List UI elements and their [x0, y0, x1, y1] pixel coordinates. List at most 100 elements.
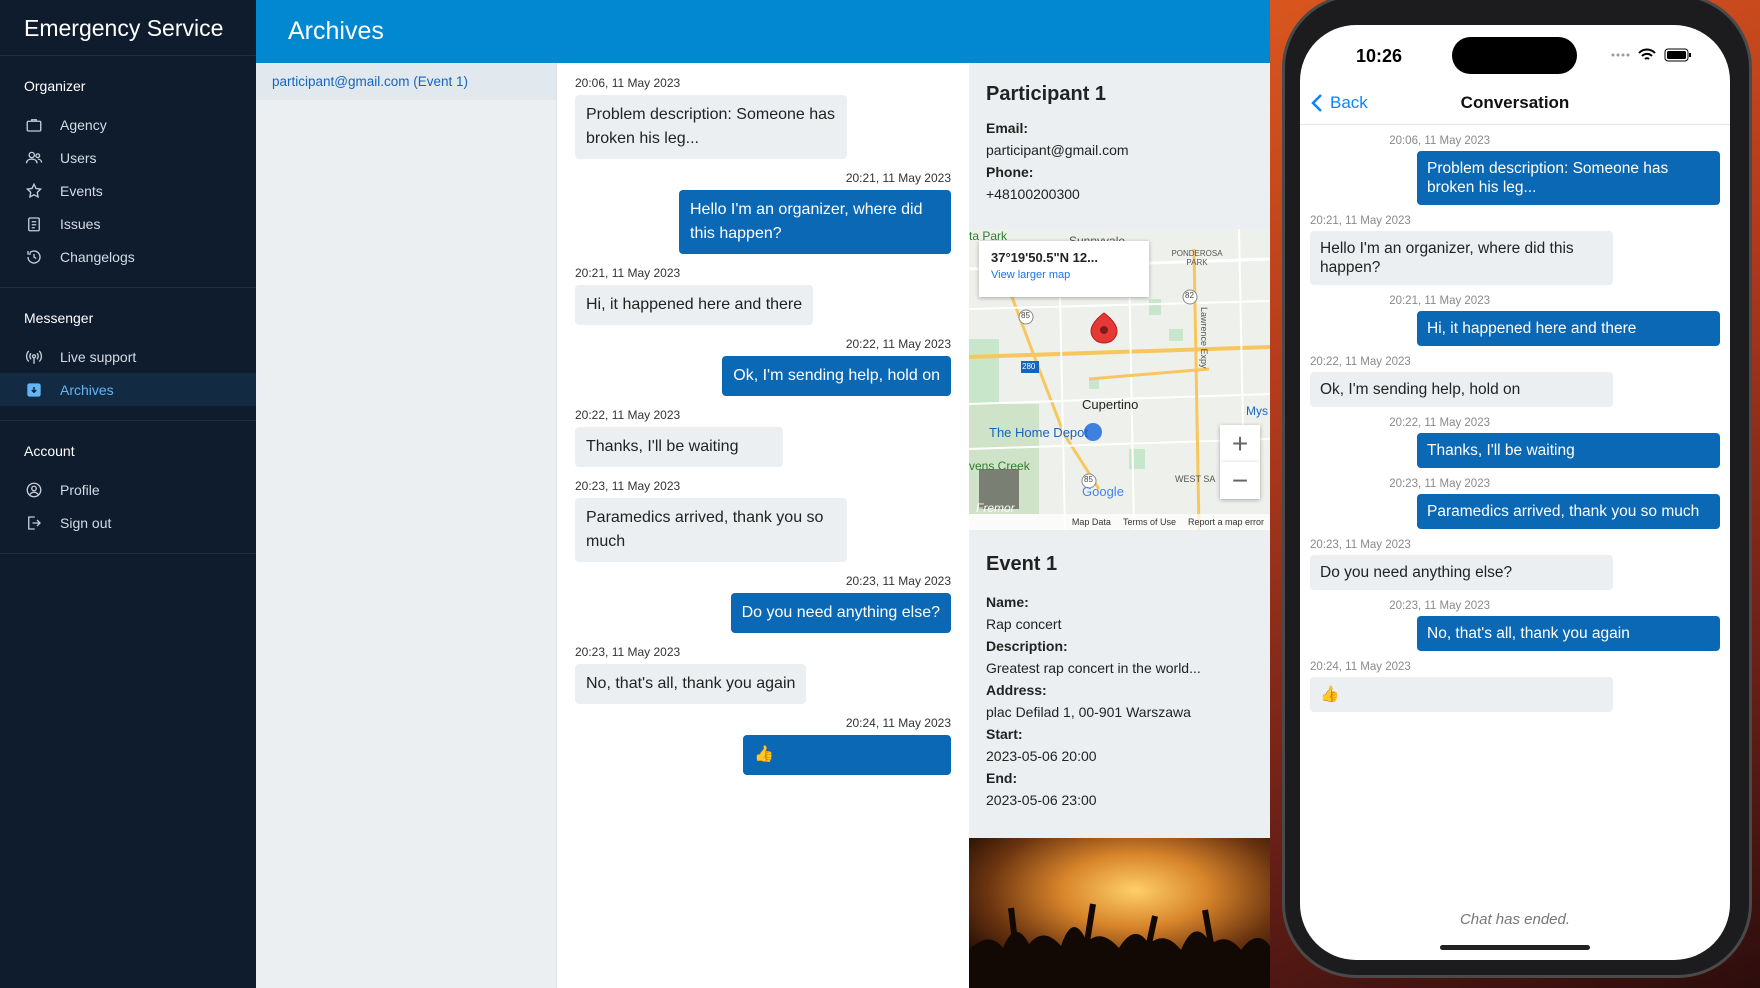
signal-icon	[1611, 53, 1630, 57]
zoom-out-button[interactable]: −	[1220, 462, 1260, 499]
dynamic-island	[1452, 37, 1577, 74]
view-larger-map-link[interactable]: View larger map	[991, 269, 1137, 281]
message-time: 20:06, 11 May 2023	[1389, 135, 1490, 147]
logout-icon	[24, 513, 44, 533]
message-bubble: Hello I'm an organizer, where did this h…	[679, 190, 951, 254]
chat-message: 20:24, 11 May 2023 👍	[1310, 661, 1720, 712]
account-circle-icon	[24, 480, 44, 500]
route-shield: 85	[1021, 311, 1030, 320]
sidebar-item-archives[interactable]: Archives	[0, 373, 256, 406]
message-time: 20:23, 11 May 2023	[575, 645, 681, 659]
conversation-item[interactable]: participant@gmail.com (Event 1)	[256, 63, 556, 100]
sidebar-item-sign-out[interactable]: Sign out	[0, 506, 256, 539]
sidebar-item-issues[interactable]: Issues	[0, 207, 256, 240]
message-time: 20:22, 11 May 2023	[1389, 417, 1490, 429]
sidebar-item-changelogs[interactable]: Changelogs	[0, 240, 256, 273]
chat-message: 20:21, 11 May 2023 Hello I'm an organize…	[575, 171, 951, 254]
sidebar-item-profile[interactable]: Profile	[0, 473, 256, 506]
phone-chat-thread: 20:06, 11 May 2023 Problem description: …	[1300, 135, 1730, 712]
google-logo: Google	[1082, 484, 1124, 499]
message-time: 20:22, 11 May 2023	[575, 408, 681, 422]
sidebar-section-account: Account Profile Sign out	[0, 421, 256, 554]
route-shield: 280	[1022, 362, 1036, 371]
map-attribution: Map Data Terms of Use Report a map error	[969, 514, 1270, 530]
nav-bar: Back Conversation	[1300, 81, 1730, 125]
terms-link[interactable]: Terms of Use	[1123, 517, 1176, 530]
end-label: End:	[986, 770, 1018, 786]
sidebar-item-label: Changelogs	[60, 248, 135, 265]
status-icons	[1610, 48, 1692, 62]
broadcast-icon	[24, 347, 44, 367]
message-time: 20:23, 11 May 2023	[1389, 478, 1490, 490]
message-bubble: Hi, it happened here and there	[575, 285, 814, 325]
map-coordinates: 37°19'50.5"N 12...	[991, 250, 1098, 265]
message-bubble: No, that's all, thank you again	[1417, 616, 1720, 651]
map-label: PONDEROSA PARK	[1171, 249, 1223, 267]
zoom-in-button[interactable]: +	[1220, 425, 1260, 462]
map-label: vens Creek	[969, 459, 1030, 473]
message-bubble: 👍	[743, 735, 951, 775]
message-bubble: Hi, it happened here and there	[1417, 311, 1720, 346]
description-label: Description:	[986, 638, 1068, 654]
map[interactable]: ta Park Sunnyvale PONDEROSA PARK Cuperti…	[969, 229, 1270, 530]
sidebar-item-users[interactable]: Users	[0, 141, 256, 174]
message-time: 20:21, 11 May 2023	[1310, 215, 1411, 227]
event-fields: Name: Rap concert Description: Greatest …	[969, 594, 1270, 808]
message-time: 20:21, 11 May 2023	[575, 266, 681, 280]
map-label: Cupertino	[1082, 397, 1139, 412]
chat-message: 20:23, 11 May 2023 Paramedics arrived, t…	[1310, 478, 1720, 529]
message-bubble: Thanks, I'll be waiting	[1417, 433, 1720, 468]
map-label: Fremor	[976, 501, 1015, 515]
archive-icon	[24, 380, 44, 400]
sidebar-item-label: Live support	[60, 348, 137, 365]
map-label: Lawrence Expy	[1199, 307, 1209, 369]
sidebar-item-label: Sign out	[60, 514, 112, 531]
phone-screen: 10:26 Back Conversation 20:06, 11 May 20…	[1300, 25, 1730, 960]
message-time: 20:23, 11 May 2023	[1389, 600, 1490, 612]
event-image	[969, 838, 1270, 988]
end-value: 2023-05-06 23:00	[986, 792, 1097, 808]
name-value: Rap concert	[986, 616, 1062, 632]
message-time: 20:22, 11 May 2023	[845, 337, 951, 351]
message-time: 20:24, 11 May 2023	[1310, 661, 1411, 673]
chat-message: 20:06, 11 May 2023 Problem description: …	[1310, 135, 1720, 205]
report-map-error-link[interactable]: Report a map error	[1188, 517, 1264, 530]
chat-message: 20:22, 11 May 2023 Thanks, I'll be waiti…	[575, 408, 951, 467]
sidebar-item-agency[interactable]: Agency	[0, 108, 256, 141]
message-bubble: Problem description: Someone has broken …	[1417, 151, 1720, 205]
chat-message: 20:24, 11 May 2023 👍	[575, 716, 951, 775]
message-time: 20:06, 11 May 2023	[575, 76, 681, 90]
star-icon	[24, 181, 44, 201]
phone-label: Phone:	[986, 164, 1034, 180]
status-bar: 10:26	[1300, 25, 1730, 81]
clipboard-icon	[24, 214, 44, 234]
message-bubble: Do you need anything else?	[730, 593, 951, 633]
sidebar-item-label: Users	[60, 149, 97, 166]
conversation-list: participant@gmail.com (Event 1)	[256, 63, 557, 988]
chat-message: 20:23, 11 May 2023 Do you need anything …	[1310, 539, 1720, 590]
email-label: Email:	[986, 120, 1029, 136]
sidebar-item-events[interactable]: Events	[0, 174, 256, 207]
chat-message: 20:21, 11 May 2023 Hello I'm an organize…	[1310, 215, 1720, 285]
map-label: The Home Depot	[989, 425, 1088, 440]
message-bubble: 👍	[1310, 677, 1613, 712]
chat-message: 20:22, 11 May 2023 Thanks, I'll be waiti…	[1310, 417, 1720, 468]
start-label: Start:	[986, 726, 1023, 742]
history-icon	[24, 247, 44, 267]
map-data-link[interactable]: Map Data	[1072, 517, 1111, 530]
message-time: 20:21, 11 May 2023	[845, 171, 951, 185]
section-title: Account	[24, 443, 75, 459]
sidebar-section-messenger: Messenger Live support Archives	[0, 288, 256, 421]
sidebar-section-organizer: Organizer Agency Users Events Issues Cha…	[0, 56, 256, 288]
message-bubble: Paramedics arrived, thank you so much	[575, 498, 847, 562]
message-bubble: Do you need anything else?	[1310, 555, 1613, 590]
chat-message: 20:22, 11 May 2023 Ok, I'm sending help,…	[1310, 356, 1720, 407]
sidebar-item-label: Agency	[60, 116, 107, 133]
details-panel: Participant 1 Email: participant@gmail.c…	[969, 63, 1270, 988]
message-time: 20:21, 11 May 2023	[1389, 295, 1490, 307]
sidebar-item-live-support[interactable]: Live support	[0, 340, 256, 373]
message-time: 20:24, 11 May 2023	[845, 716, 951, 730]
sidebar: Emergency Service Organizer Agency Users…	[0, 0, 256, 988]
message-bubble: Paramedics arrived, thank you so much	[1417, 494, 1720, 529]
section-title: Messenger	[24, 310, 94, 326]
